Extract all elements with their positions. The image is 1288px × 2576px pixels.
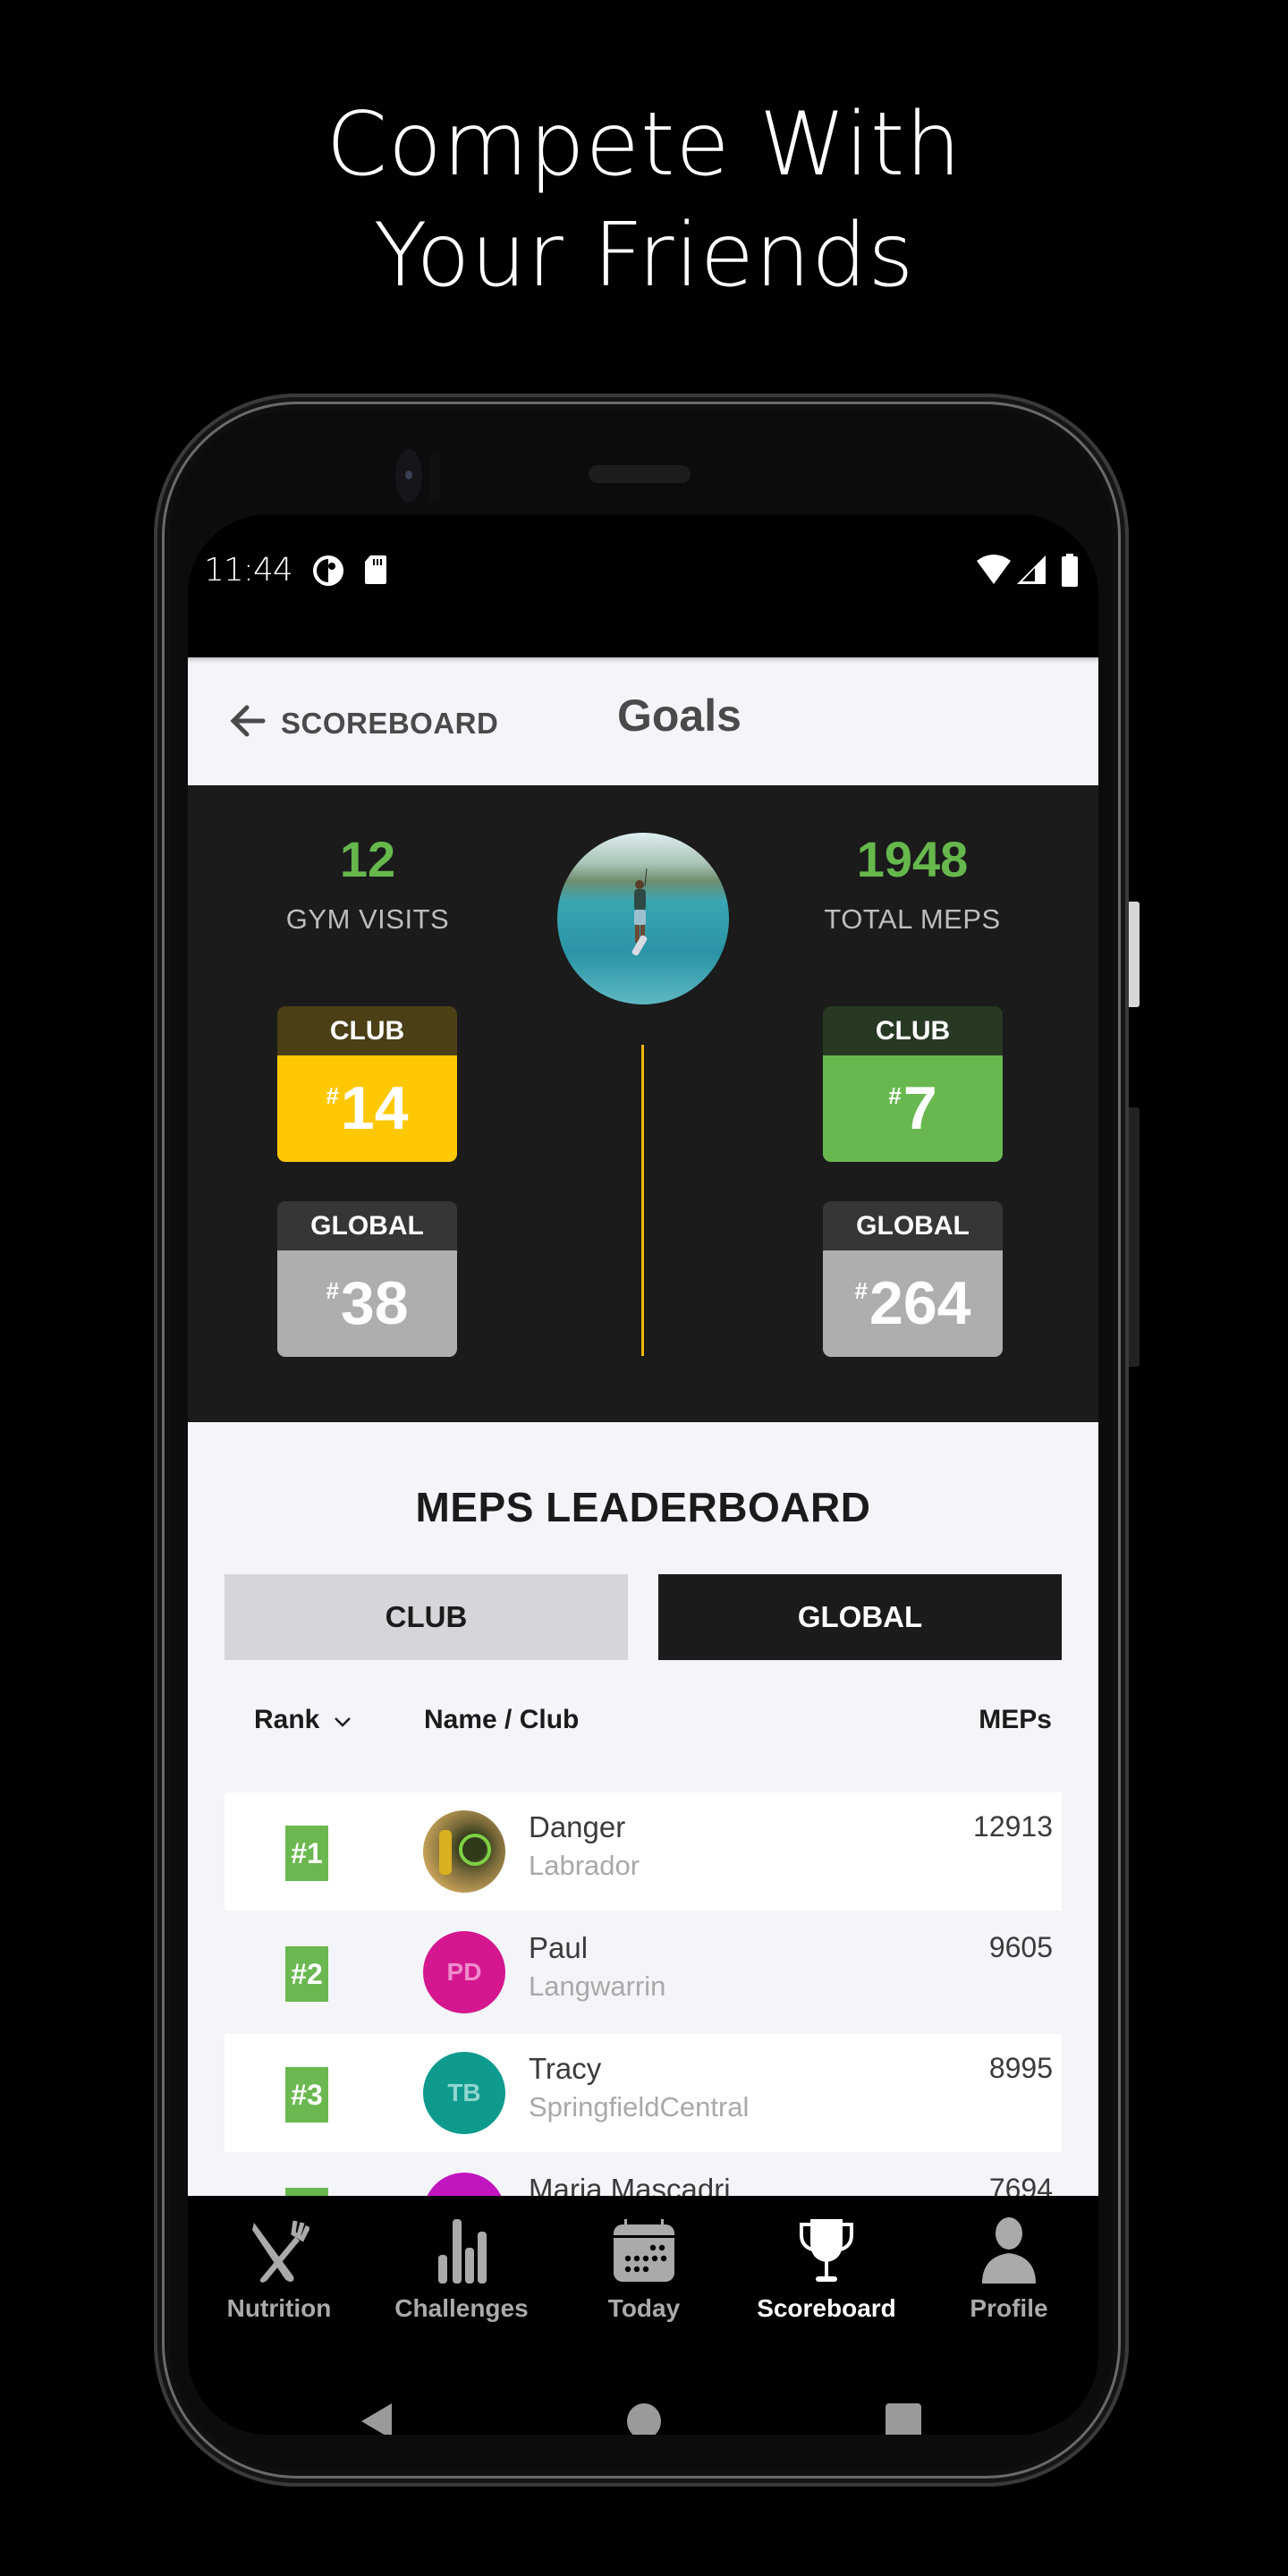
nav-label: Challenges bbox=[394, 2294, 529, 2322]
gym-club-rank-value: 14 bbox=[340, 1074, 409, 1142]
rank-badge: #1 bbox=[285, 1826, 328, 1881]
member-name: Danger bbox=[529, 1810, 626, 1843]
nav-challenges[interactable]: Challenges bbox=[370, 2196, 553, 2339]
kitesurfer-photo bbox=[631, 869, 648, 956]
meps-club-rank-label: CLUB bbox=[823, 1006, 1003, 1055]
gym-global-rank-label: GLOBAL bbox=[277, 1201, 457, 1250]
avatar: TB bbox=[423, 2052, 505, 2134]
promo-headline-line-2: Your Friends bbox=[373, 205, 915, 307]
fork-knife-icon bbox=[252, 2220, 310, 2283]
member-club: Labrador bbox=[529, 1850, 640, 1881]
person-icon bbox=[982, 2217, 1036, 2284]
front-camera-icon bbox=[395, 449, 422, 503]
back-label: SCOREBOARD bbox=[281, 706, 499, 740]
promo-headline: Compete With Your Friends bbox=[0, 89, 1288, 311]
member-meps: 9605 bbox=[988, 1931, 1053, 1963]
leaderboard-row[interactable]: #2 PD Paul Langwarrin 9605 bbox=[225, 1913, 1062, 2031]
bottom-nav: Nutrition Challenges Today Scoreboard Pr… bbox=[188, 2196, 1098, 2435]
meps-club-rank-value: 7 bbox=[902, 1074, 937, 1142]
meps-global-rank-value: 264 bbox=[869, 1269, 971, 1337]
gym-club-rank-label: CLUB bbox=[277, 1006, 457, 1055]
page-title: Goals bbox=[617, 691, 741, 741]
nav-label: Profile bbox=[970, 2294, 1048, 2322]
tab-club[interactable]: CLUB bbox=[225, 1574, 628, 1660]
trophy-icon bbox=[800, 2219, 853, 2282]
battery-icon bbox=[1061, 554, 1079, 592]
arrow-left-icon bbox=[227, 700, 268, 746]
cell-signal-icon bbox=[1015, 554, 1047, 590]
back-to-scoreboard-button[interactable]: SCOREBOARD bbox=[227, 700, 498, 746]
rank-badge: #3 bbox=[285, 2067, 328, 2123]
member-name: Paul bbox=[529, 1931, 589, 1964]
power-button bbox=[1129, 902, 1140, 1007]
app-header: SCOREBOARD Goals bbox=[188, 657, 1098, 785]
system-back-button[interactable] bbox=[358, 2402, 395, 2435]
nav-today[interactable]: Today bbox=[553, 2196, 735, 2339]
nav-label: Today bbox=[607, 2294, 681, 2322]
earpiece-speaker bbox=[589, 465, 691, 483]
proximity-sensor bbox=[429, 453, 440, 503]
sd-card-icon bbox=[363, 554, 388, 590]
chevron-down-icon bbox=[333, 1705, 352, 1734]
member-club: Langwarrin bbox=[529, 1970, 666, 2002]
member-meps: 8995 bbox=[988, 2052, 1053, 2084]
nav-scoreboard[interactable]: Scoreboard bbox=[735, 2196, 918, 2339]
stats-panel: 12 GYM VISITS 1948 TOTAL MEPS CLUB #14 G… bbox=[188, 785, 1098, 1422]
total-meps-label: TOTAL MEPS bbox=[824, 903, 1001, 935]
system-home-button[interactable] bbox=[626, 2402, 662, 2435]
nav-nutrition[interactable]: Nutrition bbox=[188, 2196, 370, 2339]
leaderboard-title: MEPS LEADERBOARD bbox=[415, 1484, 871, 1530]
name-club-column-label: Name / Club bbox=[424, 1705, 580, 1734]
stats-divider bbox=[641, 1045, 644, 1356]
gym-club-rank-card: CLUB #14 bbox=[277, 1006, 457, 1162]
meps-club-rank-card: CLUB #7 bbox=[823, 1006, 1003, 1162]
calendar-icon bbox=[614, 2219, 674, 2282]
meps-global-rank-label: GLOBAL bbox=[823, 1201, 1003, 1250]
data-saver-icon bbox=[311, 554, 345, 592]
wifi-icon bbox=[975, 554, 1013, 590]
bar-chart-icon bbox=[438, 2219, 487, 2284]
avatar bbox=[423, 1810, 505, 1893]
leaderboard-row[interactable]: #3 TB Tracy SpringfieldCentral 8995 bbox=[225, 2034, 1062, 2152]
system-recents-button[interactable] bbox=[886, 2402, 921, 2435]
nav-profile[interactable]: Profile bbox=[918, 2196, 1098, 2339]
gym-visits-label: GYM VISITS bbox=[285, 903, 450, 935]
phone-frame: 11:44 SCOREBOARD Goals 12 GYM VISITS 194… bbox=[154, 394, 1140, 2487]
rank-column-label: Rank bbox=[254, 1705, 320, 1734]
home-circle-icon bbox=[627, 2403, 661, 2435]
volume-button bbox=[1129, 1107, 1140, 1367]
avatar: PD bbox=[423, 1931, 505, 2013]
rank-badge: #2 bbox=[285, 1946, 328, 2002]
leaderboard-row[interactable]: #1 Danger Labrador 12913 bbox=[225, 1792, 1062, 1911]
rank-sort-header[interactable]: Rank bbox=[254, 1705, 352, 1735]
phone-screen: 11:44 SCOREBOARD Goals 12 GYM VISITS 194… bbox=[188, 514, 1098, 2435]
total-meps-value: 1948 bbox=[856, 831, 969, 887]
status-time: 11:44 bbox=[204, 552, 293, 589]
promo-headline-line-1: Compete With bbox=[326, 94, 962, 196]
member-name: Tracy bbox=[529, 2052, 602, 2085]
recents-square-icon bbox=[886, 2403, 921, 2435]
gym-visits-value: 12 bbox=[339, 831, 396, 887]
nav-label: Scoreboard bbox=[757, 2294, 896, 2322]
meps-global-rank-card: GLOBAL #264 bbox=[823, 1201, 1003, 1357]
leaderboard-section: MEPS LEADERBOARD CLUB GLOBAL Rank Name /… bbox=[188, 1422, 1098, 2255]
nav-label: Nutrition bbox=[226, 2294, 332, 2322]
tab-global[interactable]: GLOBAL bbox=[658, 1574, 1062, 1660]
member-meps: 12913 bbox=[973, 1810, 1053, 1843]
member-club: SpringfieldCentral bbox=[529, 2091, 750, 2123]
gym-global-rank-value: 38 bbox=[340, 1269, 409, 1337]
gym-global-rank-card: GLOBAL #38 bbox=[277, 1201, 457, 1357]
user-avatar[interactable] bbox=[557, 833, 729, 1004]
status-bar: 11:44 bbox=[188, 514, 1098, 656]
back-triangle-icon bbox=[361, 2403, 392, 2435]
meps-column-label: MEPs bbox=[979, 1705, 1052, 1734]
